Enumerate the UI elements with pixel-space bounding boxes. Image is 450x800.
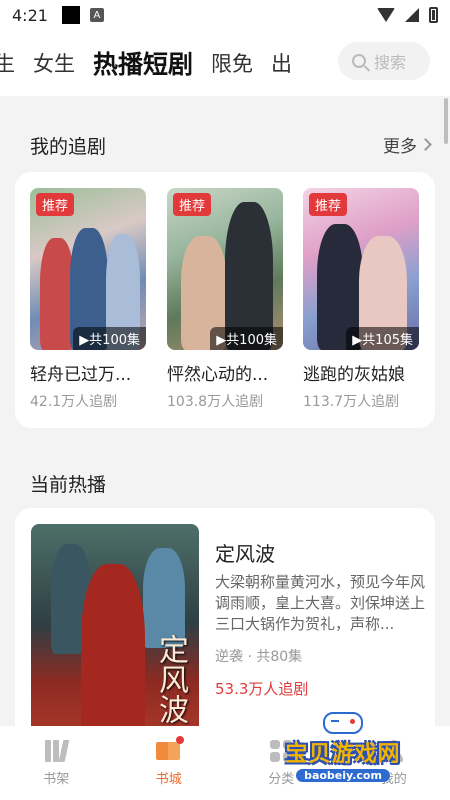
battery-icon [429, 7, 438, 23]
hot-drama-title: 定风波 [215, 542, 275, 566]
nav-label: 书架 [43, 771, 70, 787]
nav-bookstore[interactable]: 书城 [129, 735, 209, 787]
tab-publish[interactable]: 出 [271, 48, 292, 78]
status-time: 4:21 [12, 5, 48, 25]
my-follow-card: 推荐 ▶共100集 轻舟已过万... 42.1万人追剧 推荐 ▶共100集 怦然… [15, 172, 435, 428]
hot-drama-follow-count: 53.3万人追剧 [215, 680, 309, 698]
drama-follow-count: 103.8万人追剧 [167, 394, 264, 410]
drama-follow-count: 113.7万人追剧 [303, 394, 400, 410]
status-bar: 4:21 A [0, 0, 450, 30]
cover-calligraphy: 定风波 [153, 634, 188, 724]
category-tabs: 生 女生 热播短剧 限免 出 [0, 30, 340, 96]
my-follow-title: 我的追剧 [30, 136, 107, 158]
drama-title: 轻舟已过万... [30, 365, 132, 385]
drama-item[interactable]: 推荐 ▶共100集 轻舟已过万... 42.1万人追剧 [30, 188, 146, 411]
wifi-icon [377, 8, 395, 22]
drama-title: 逃跑的灰姑娘 [303, 365, 405, 385]
notification-dot [175, 735, 184, 744]
episode-count: ▶共105集 [346, 327, 419, 350]
recommend-badge: 推荐 [309, 193, 348, 216]
cover-figure [40, 238, 74, 350]
gamepad-icon [323, 712, 363, 734]
recommend-badge: 推荐 [36, 193, 75, 216]
current-hot-title: 当前热播 [30, 474, 107, 496]
more-link[interactable]: 更多 [383, 132, 432, 157]
more-label: 更多 [383, 137, 417, 157]
episode-count: ▶共100集 [210, 327, 283, 350]
chevron-right-icon [419, 138, 432, 151]
drama-item[interactable]: 推荐 ▶共100集 怦然心动的... 103.8万人追剧 [167, 188, 283, 411]
notification-a-icon: A [89, 8, 104, 22]
drama-follow-count: 42.1万人追剧 [30, 394, 118, 410]
scrollbar-thumb[interactable] [444, 98, 448, 144]
drama-cover[interactable]: 推荐 ▶共100集 [167, 188, 283, 350]
recommend-badge: 推荐 [173, 193, 212, 216]
drama-cover[interactable]: 推荐 ▶共100集 [30, 188, 146, 350]
hot-drama-description: 大梁朝称量黄河水，预见今年风调雨顺，皇上大喜。刘保坤送上三口大锅作为贺礼，声称.… [215, 573, 426, 633]
drama-title: 怦然心动的... [167, 365, 269, 385]
signal-icon [405, 8, 419, 22]
search-input[interactable]: 搜索 [338, 42, 430, 80]
search-icon [352, 54, 366, 68]
drama-item[interactable]: 推荐 ▶共105集 逃跑的灰姑娘 113.7万人追剧 [303, 188, 419, 411]
episode-count: ▶共100集 [73, 327, 146, 350]
nav-label: 书城 [155, 771, 182, 787]
book-open-icon [155, 735, 184, 762]
notification-square-icon [61, 6, 80, 24]
watermark-text: 宝贝游戏网 [285, 742, 401, 767]
search-placeholder: 搜索 [374, 53, 407, 72]
tab-hot-short-drama[interactable]: 热播短剧 [93, 45, 193, 81]
watermark: 宝贝游戏网 baobeiy.com [268, 712, 418, 784]
tab-free[interactable]: 限免 [211, 48, 253, 78]
hot-drama-meta: 逆袭 · 共80集 [215, 649, 303, 665]
cover-figure [143, 548, 185, 648]
nav-bookshelf[interactable]: 书架 [16, 739, 96, 787]
watermark-url: baobeiy.com [296, 769, 390, 782]
hot-drama-cover[interactable]: 定风波 [31, 524, 199, 748]
drama-cover[interactable]: 推荐 ▶共105集 [303, 188, 419, 350]
top-nav: 生 女生 热播短剧 限免 出 搜索 [0, 30, 450, 96]
tab-boys[interactable]: 生 [0, 48, 15, 78]
tab-girls[interactable]: 女生 [33, 48, 75, 78]
bookshelf-icon [45, 739, 70, 762]
cover-figure [81, 564, 145, 748]
